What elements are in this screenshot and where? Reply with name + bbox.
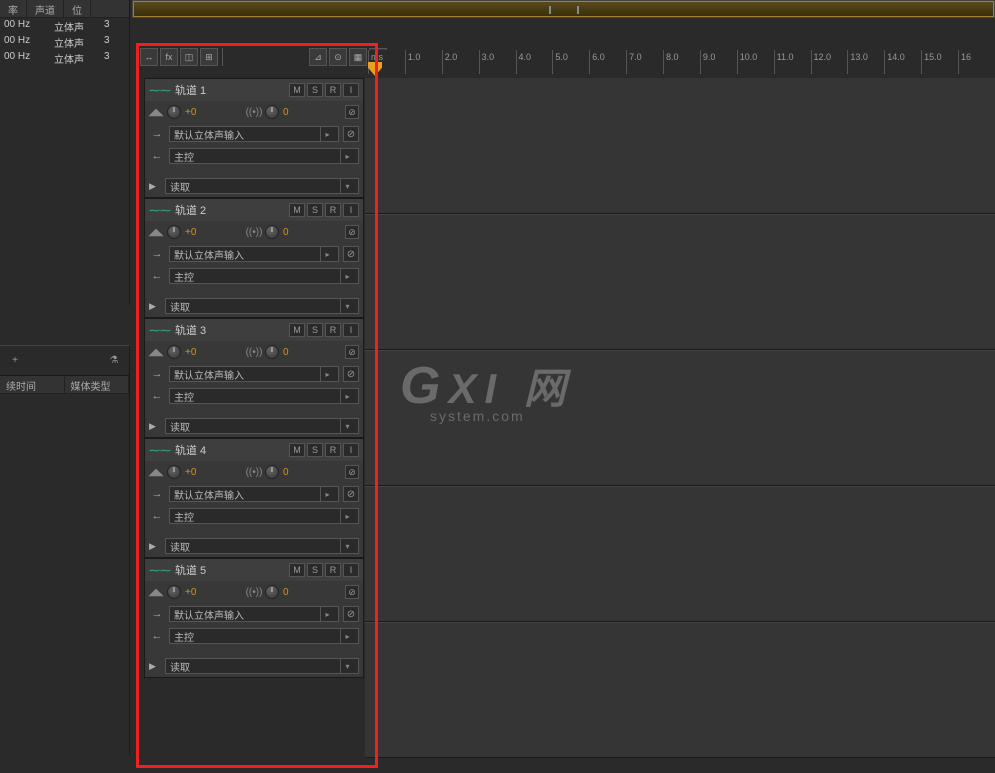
time-ruler[interactable]: ms 1.0 2.0 3.0 4.0 5.0 6.0 7.0 8.0 9.0 1… xyxy=(368,50,995,74)
tick: 7.0 xyxy=(626,50,663,74)
media-toolbar: + ⚗ xyxy=(0,346,129,376)
col-mediatype[interactable]: 媒体类型 xyxy=(65,376,130,393)
tick: 12.0 xyxy=(811,50,848,74)
tick: 4.0 xyxy=(516,50,553,74)
media-header: 续时间 媒体类型 xyxy=(0,376,129,394)
tick: 3.0 xyxy=(479,50,516,74)
track-lane[interactable] xyxy=(365,214,995,350)
col-rate[interactable]: 率 xyxy=(0,0,27,17)
col-channels[interactable]: 声道 xyxy=(27,0,64,17)
overview-range[interactable] xyxy=(133,1,994,17)
overview-handle-icon[interactable] xyxy=(549,6,579,14)
tick: 6.0 xyxy=(589,50,626,74)
tick: 16 xyxy=(958,50,995,74)
tick: 9.0 xyxy=(700,50,737,74)
col-duration[interactable]: 续时间 xyxy=(0,376,65,393)
tick: 5.0 xyxy=(552,50,589,74)
col-bits[interactable]: 位 xyxy=(64,0,91,17)
timeline-lanes xyxy=(365,78,995,743)
files-panel: 率 声道 位 00 Hz 立体声 3 00 Hz 立体声 3 00 Hz 立体声… xyxy=(0,0,130,305)
track-lane[interactable] xyxy=(365,350,995,486)
tick: 10.0 xyxy=(737,50,774,74)
file-row[interactable]: 00 Hz 立体声 3 xyxy=(0,18,129,34)
highlight-box xyxy=(136,43,378,768)
add-icon[interactable]: + xyxy=(8,354,22,368)
tick: 15.0 xyxy=(921,50,958,74)
tick: 11.0 xyxy=(774,50,811,74)
tick: 1.0 xyxy=(405,50,442,74)
tick: 8.0 xyxy=(663,50,700,74)
track-lane[interactable] xyxy=(365,78,995,214)
filter-icon[interactable]: ⚗ xyxy=(107,354,121,368)
files-header: 率 声道 位 xyxy=(0,0,129,18)
track-lane[interactable] xyxy=(365,486,995,622)
tick: 14.0 xyxy=(884,50,921,74)
file-row[interactable]: 00 Hz 立体声 3 xyxy=(0,34,129,50)
media-panel: + ⚗ 续时间 媒体类型 xyxy=(0,345,130,755)
file-row[interactable]: 00 Hz 立体声 3 xyxy=(0,50,129,66)
overview-bar[interactable] xyxy=(132,0,995,18)
tick: 13.0 xyxy=(847,50,884,74)
tick: 2.0 xyxy=(442,50,479,74)
track-lane[interactable] xyxy=(365,622,995,758)
